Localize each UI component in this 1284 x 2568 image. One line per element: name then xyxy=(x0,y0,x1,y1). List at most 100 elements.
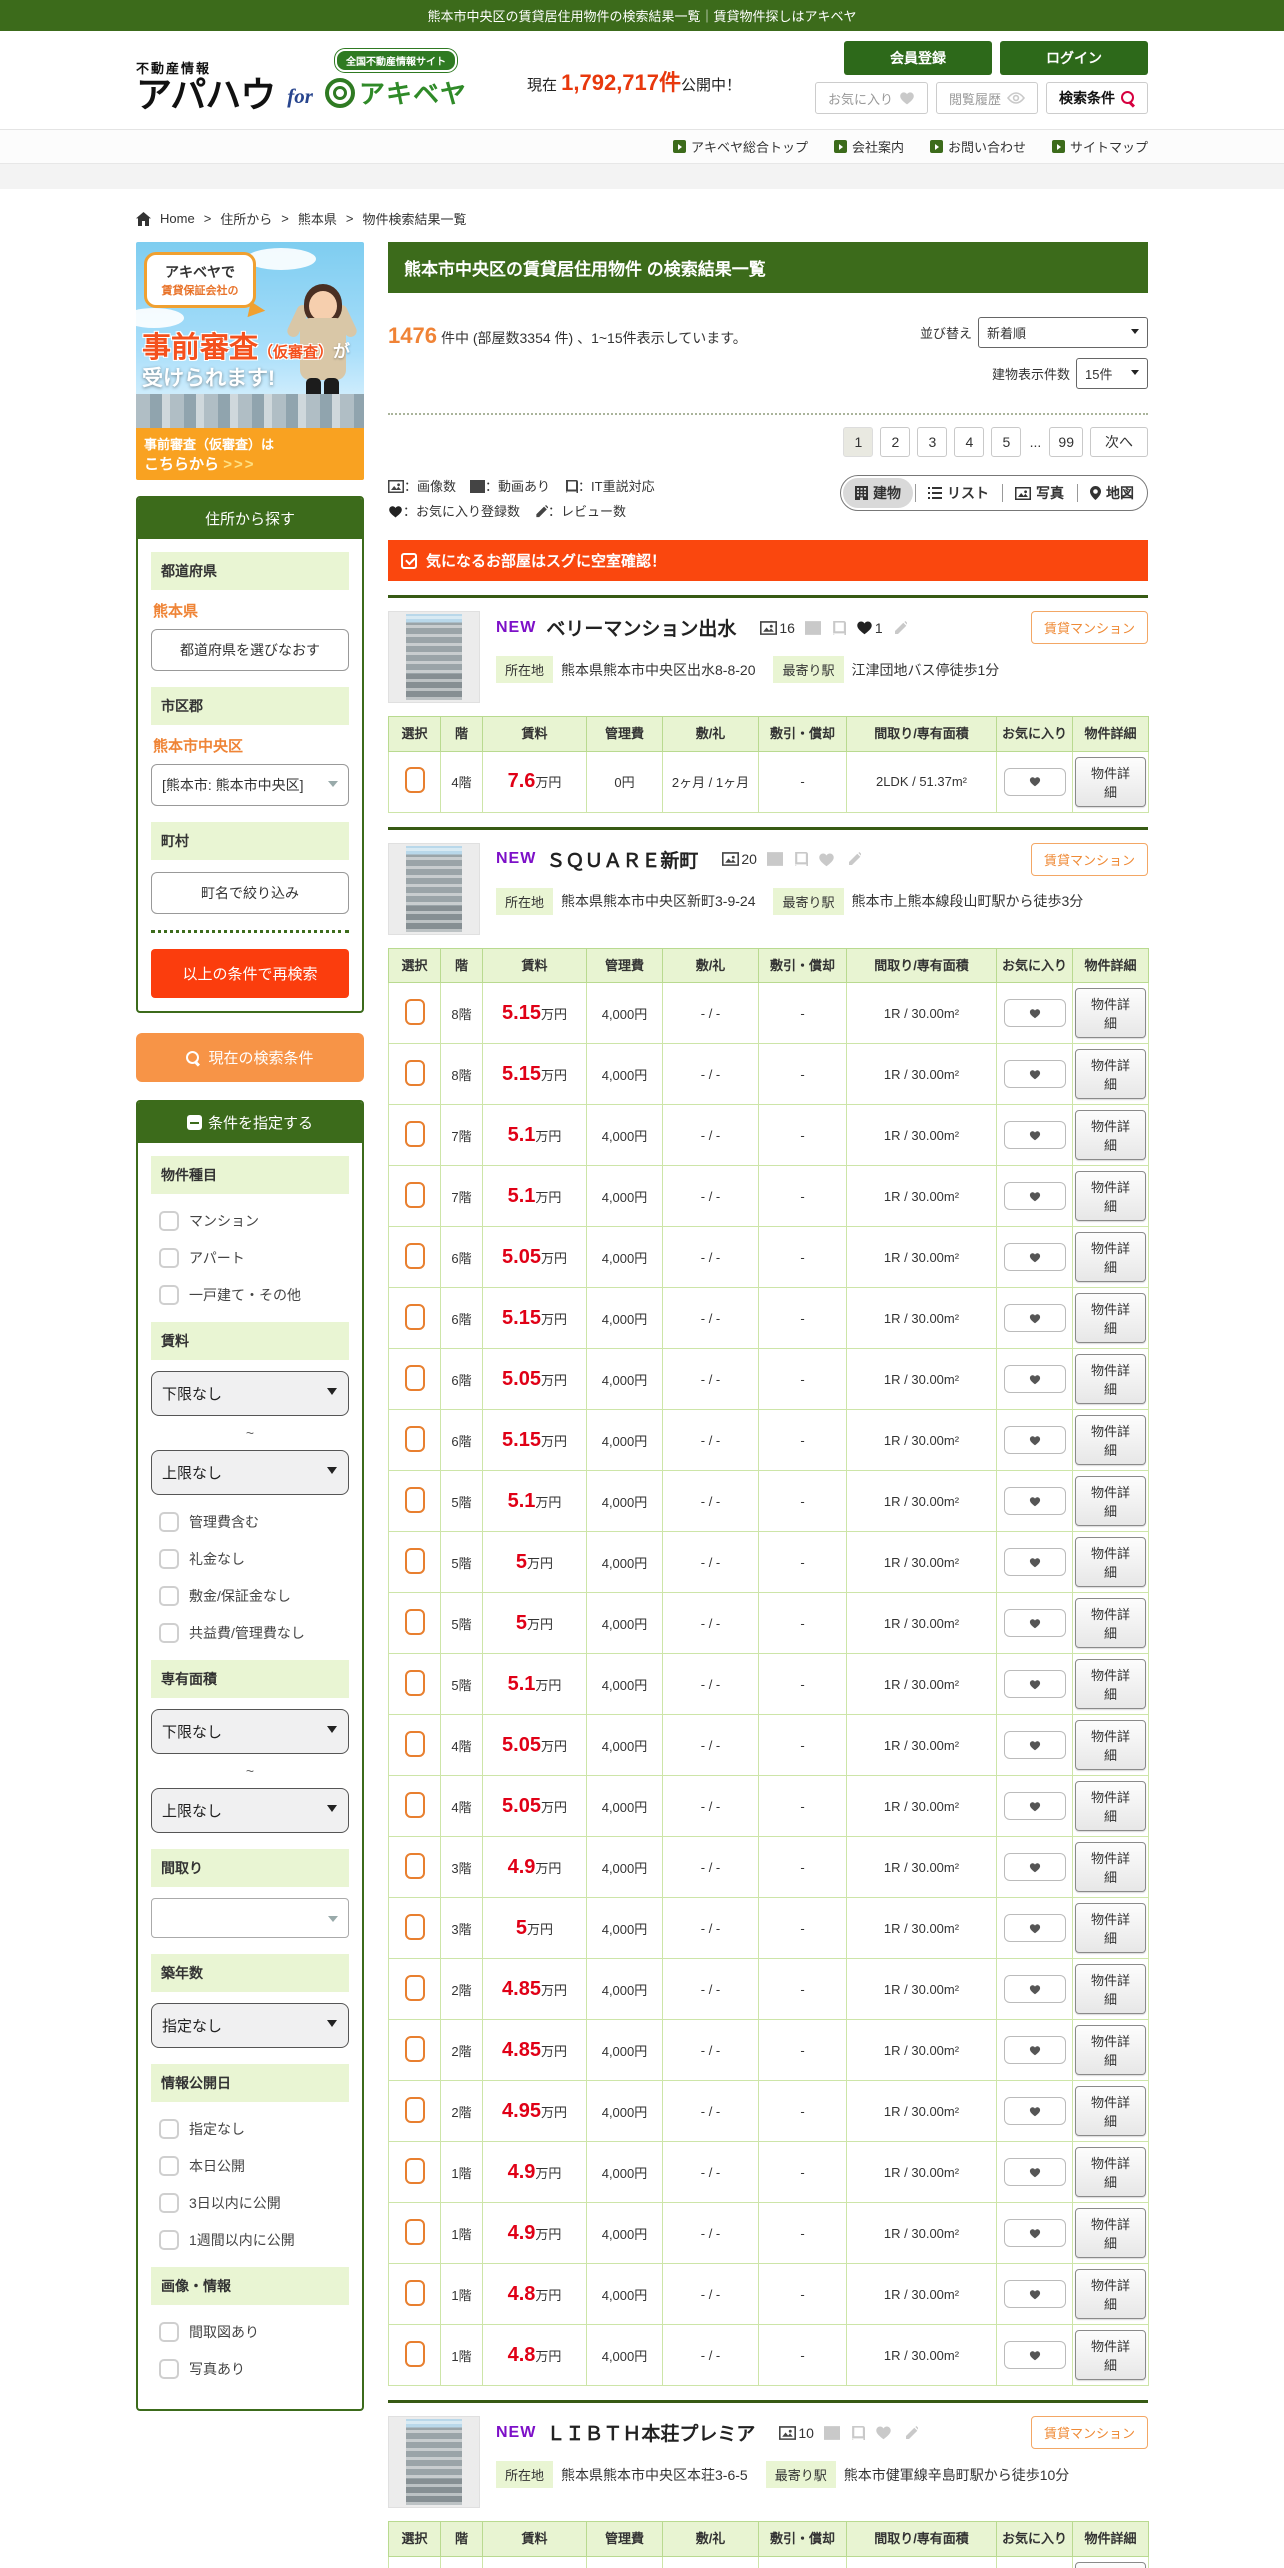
history-button[interactable]: 閲覧履歴 xyxy=(935,82,1038,114)
site-logo[interactable]: 不動産情報 アパハウ for 全国不動産情報サイト アキベヤ xyxy=(136,49,467,113)
detail-button[interactable]: 物件詳細 xyxy=(1075,1354,1146,1405)
select-checkbox[interactable] xyxy=(404,1303,425,1330)
tab-map[interactable]: 地図 xyxy=(1077,476,1147,510)
checkbox[interactable] xyxy=(159,1623,179,1643)
select-checkbox[interactable] xyxy=(404,1608,425,1635)
detail-button[interactable]: 物件詳細 xyxy=(1075,1842,1146,1893)
detail-button[interactable]: 物件詳細 xyxy=(1075,1415,1146,1466)
select-checkbox[interactable] xyxy=(404,2157,425,2184)
page-button[interactable]: ... xyxy=(1028,427,1042,457)
favorite-button[interactable] xyxy=(1003,2219,1066,2248)
breadcrumb-pref[interactable]: 熊本県 xyxy=(298,209,337,228)
nav-link[interactable]: サイトマップ xyxy=(1051,137,1148,156)
select-checkbox[interactable] xyxy=(404,1486,425,1513)
detail-button[interactable]: 物件詳細 xyxy=(1075,1598,1146,1649)
detail-button[interactable]: 物件詳細 xyxy=(1075,2330,1146,2381)
town-filter-button[interactable]: 町名で絞り込み xyxy=(151,872,349,914)
published-option-checkbox[interactable]: 3日以内に公開 xyxy=(159,2193,345,2213)
city-select[interactable]: [熊本市: 熊本市中央区] xyxy=(151,764,349,806)
detail-button[interactable]: 物件詳細 xyxy=(1075,2269,1146,2320)
tab-building[interactable]: 建物 xyxy=(843,478,913,508)
property-type-checkbox[interactable]: アパート xyxy=(159,1248,345,1268)
checkbox[interactable] xyxy=(159,1285,179,1305)
detail-button[interactable]: 物件詳細 xyxy=(1075,1171,1146,1222)
select-checkbox[interactable] xyxy=(404,2218,425,2245)
favorite-button[interactable] xyxy=(1003,1304,1066,1333)
checkbox[interactable] xyxy=(159,2230,179,2250)
nav-link[interactable]: お問い合わせ xyxy=(929,137,1026,156)
nav-link[interactable]: アキベヤ総合トップ xyxy=(672,137,808,156)
select-checkbox[interactable] xyxy=(404,767,425,794)
detail-button[interactable]: 物件詳細 xyxy=(1075,2562,1146,2568)
detail-button[interactable]: 物件詳細 xyxy=(1075,1903,1146,1954)
checkbox[interactable] xyxy=(159,1586,179,1606)
favorite-button[interactable] xyxy=(1003,2036,1066,2065)
detail-button[interactable]: 物件詳細 xyxy=(1075,1659,1146,1710)
building-age-select[interactable]: 指定なし xyxy=(151,2003,349,2048)
detail-button[interactable]: 物件詳細 xyxy=(1075,1720,1146,1771)
favorite-button[interactable] xyxy=(1003,767,1066,796)
checkbox[interactable] xyxy=(159,2193,179,2213)
favorite-button[interactable] xyxy=(1003,2280,1066,2309)
select-checkbox[interactable] xyxy=(404,2279,425,2306)
favorite-button[interactable] xyxy=(1003,1609,1066,1638)
favorite-button[interactable] xyxy=(1003,1182,1066,1211)
rent-min-select[interactable]: 下限なし xyxy=(151,1371,349,1416)
property-name[interactable]: ＬＩＢＴＨ本荘プレミア xyxy=(546,2419,755,2446)
favorite-button[interactable] xyxy=(1003,1487,1066,1516)
select-checkbox[interactable] xyxy=(404,1913,425,1940)
detail-button[interactable]: 物件詳細 xyxy=(1075,756,1146,807)
property-type-checkbox[interactable]: 一戸建て・その他 xyxy=(159,1285,345,1305)
detail-button[interactable]: 物件詳細 xyxy=(1075,1049,1146,1100)
rent-option-checkbox[interactable]: 管理費含む xyxy=(159,1512,345,1532)
image-option-checkbox[interactable]: 間取図あり xyxy=(159,2322,345,2342)
breadcrumb-home[interactable]: Home xyxy=(160,211,195,226)
rent-option-checkbox[interactable]: 礼金なし xyxy=(159,1549,345,1569)
select-checkbox[interactable] xyxy=(404,2340,425,2367)
current-conditions-button[interactable]: 現在の検索条件 xyxy=(136,1033,364,1082)
login-button[interactable]: ログイン xyxy=(1000,41,1148,75)
page-button[interactable]: 5 xyxy=(991,427,1022,457)
detail-button[interactable]: 物件詳細 xyxy=(1075,2086,1146,2137)
select-checkbox[interactable] xyxy=(404,1242,425,1269)
breadcrumb-address[interactable]: 住所から xyxy=(220,209,272,228)
property-photo[interactable] xyxy=(388,611,480,704)
area-max-select[interactable]: 上限なし xyxy=(151,1788,349,1833)
search-conditions-button[interactable]: 検索条件 xyxy=(1046,82,1148,114)
select-checkbox[interactable] xyxy=(404,1669,425,1696)
page-button[interactable]: 3 xyxy=(917,427,948,457)
select-checkbox[interactable] xyxy=(404,2035,425,2062)
page-button[interactable]: 2 xyxy=(880,427,911,457)
select-checkbox[interactable] xyxy=(404,998,425,1025)
sort-select[interactable]: 新着順 xyxy=(978,317,1148,348)
detail-button[interactable]: 物件詳細 xyxy=(1075,2147,1146,2198)
filter-box-header[interactable]: 条件を指定する xyxy=(138,1102,362,1143)
property-type-checkbox[interactable]: マンション xyxy=(159,1211,345,1231)
checkbox[interactable] xyxy=(159,2156,179,2176)
property-name[interactable]: ベリーマンション出水 xyxy=(546,614,736,641)
layout-select[interactable] xyxy=(151,1898,349,1938)
select-checkbox[interactable] xyxy=(404,1547,425,1574)
select-checkbox[interactable] xyxy=(404,1730,425,1757)
favorite-button[interactable] xyxy=(1003,1853,1066,1882)
select-checkbox[interactable] xyxy=(404,1852,425,1879)
property-photo[interactable] xyxy=(388,842,480,935)
reselect-prefecture-button[interactable]: 都道府県を選びなおす xyxy=(151,629,349,671)
page-button[interactable]: 1 xyxy=(843,427,874,457)
favorite-button[interactable] xyxy=(1003,2097,1066,2126)
favorite-button[interactable] xyxy=(1003,2158,1066,2187)
tab-photo[interactable]: 写真 xyxy=(1002,476,1077,510)
select-checkbox[interactable] xyxy=(404,1974,425,2001)
select-checkbox[interactable] xyxy=(404,1364,425,1391)
vacancy-check-banner[interactable]: 気になるお部屋はスグに空室確認！ xyxy=(388,540,1148,582)
select-checkbox[interactable] xyxy=(404,1059,425,1086)
checkbox[interactable] xyxy=(159,1512,179,1532)
select-checkbox[interactable] xyxy=(404,2096,425,2123)
detail-button[interactable]: 物件詳細 xyxy=(1075,1537,1146,1588)
property-photo[interactable] xyxy=(388,2416,480,2509)
favorite-button[interactable] xyxy=(1003,1426,1066,1455)
favorite-button[interactable] xyxy=(1003,1792,1066,1821)
select-checkbox[interactable] xyxy=(404,1120,425,1147)
favorite-button[interactable] xyxy=(1003,999,1066,1028)
detail-button[interactable]: 物件詳細 xyxy=(1075,1110,1146,1161)
